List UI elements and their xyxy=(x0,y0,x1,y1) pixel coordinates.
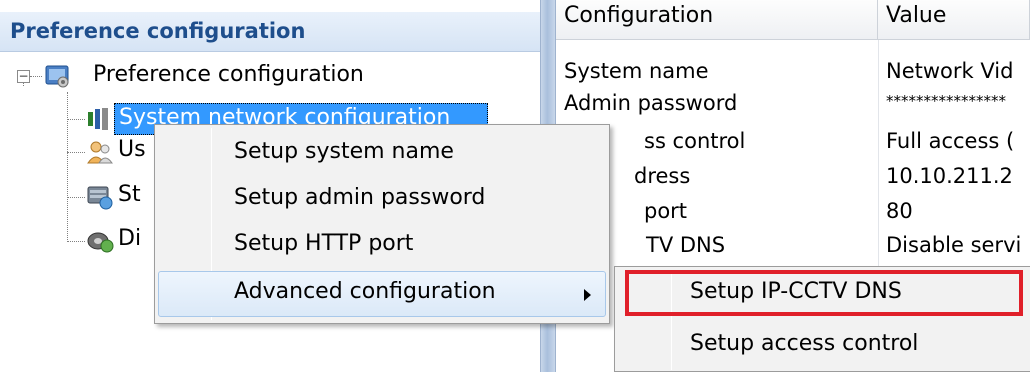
submenu: Setup IP-CCTV DNS Setup access control xyxy=(614,266,1030,372)
menu-item-setup-system-name[interactable]: Setup system name xyxy=(158,131,606,177)
context-menu: Setup system name Setup admin password S… xyxy=(154,124,610,324)
menu-item-label: Setup HTTP port xyxy=(234,231,414,256)
cell-config: port xyxy=(644,199,688,223)
tree-line xyxy=(67,152,85,153)
cell-value: Disable servi xyxy=(886,233,1022,257)
tree-item-label: St xyxy=(118,182,141,207)
tree-line xyxy=(67,119,85,120)
menu-item-setup-access-control[interactable]: Setup access control xyxy=(618,323,1028,369)
column-header-configuration[interactable]: Configuration xyxy=(556,0,878,40)
panel-header-title: Preference configuration xyxy=(10,19,306,43)
tree-line xyxy=(67,92,68,242)
disk-icon xyxy=(86,227,114,259)
tree-item-label: Us xyxy=(118,137,146,162)
menu-item-label: Setup admin password xyxy=(234,185,486,210)
cell-config: Admin password xyxy=(564,91,738,115)
menu-item-label: Advanced configuration xyxy=(234,279,496,304)
menu-item-label: Setup access control xyxy=(690,331,919,356)
preferences-icon xyxy=(45,63,71,93)
network-config-icon xyxy=(86,106,112,136)
cell-config: TV DNS xyxy=(646,233,726,257)
tree-line xyxy=(67,241,85,242)
cell-config: ss control xyxy=(644,129,746,153)
cell-value: Network Vid xyxy=(886,59,1014,83)
users-icon xyxy=(86,139,114,171)
cell-config: dress xyxy=(634,164,691,188)
cell-value: **************** xyxy=(886,92,1006,110)
cell-config: System name xyxy=(564,59,709,83)
menu-item-advanced-configuration[interactable]: Advanced configuration xyxy=(158,271,606,317)
storage-icon xyxy=(86,183,114,215)
cell-value: Full access ( xyxy=(886,129,1015,153)
menu-item-label: Setup system name xyxy=(234,139,454,164)
column-header-value[interactable]: Value xyxy=(878,0,1030,40)
menu-item-setup-http-port[interactable]: Setup HTTP port xyxy=(158,223,606,269)
cell-value: 80 xyxy=(886,199,913,223)
tree-item-label: Di xyxy=(118,226,142,251)
cell-value: 10.10.211.2 xyxy=(886,164,1013,188)
highlight-annotation xyxy=(625,270,1023,316)
tree-line xyxy=(67,197,85,198)
tree-collapse-toggle[interactable]: − xyxy=(17,70,30,83)
panel-header: Preference configuration xyxy=(0,12,540,52)
submenu-arrow-icon xyxy=(584,289,591,301)
menu-item-setup-admin-password[interactable]: Setup admin password xyxy=(158,177,606,223)
tree-root-label: Preference configuration xyxy=(93,62,364,87)
tree-line xyxy=(30,76,42,77)
